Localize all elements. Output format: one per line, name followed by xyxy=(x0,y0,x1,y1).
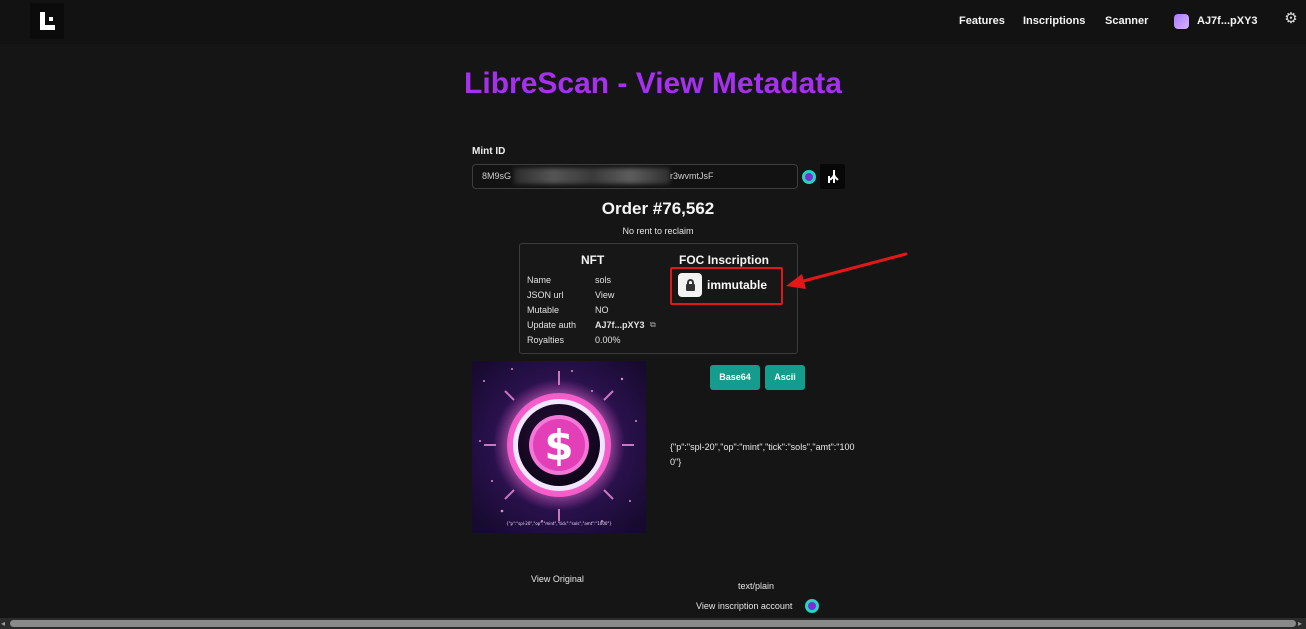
gear-icon[interactable]: ⚙ xyxy=(1282,10,1300,28)
top-nav-bar: Features Inscriptions Scanner AJ7f...pXY… xyxy=(0,0,1306,44)
submit-mint-button[interactable] xyxy=(820,164,845,189)
order-title: Order #76,562 xyxy=(601,199,715,218)
nft-mutable-key: Mutable xyxy=(527,305,560,315)
nav-scanner-link[interactable]: Scanner xyxy=(1105,15,1148,27)
wallet-address: AJ7f...pXY3 xyxy=(1197,15,1258,27)
mint-id-prefix: 8M9sG xyxy=(482,171,512,181)
wallet-icon xyxy=(1174,14,1189,29)
rent-note: No rent to reclaim xyxy=(622,226,694,236)
nft-update-auth-key: Update auth xyxy=(527,320,577,330)
scroll-left-icon[interactable]: ◂ xyxy=(1,619,5,628)
nft-json-key: JSON url xyxy=(527,290,564,300)
nav-features-link[interactable]: Features xyxy=(959,15,1005,27)
inscription-content: {"p":"spl-20","op":"mint","tick":"sols",… xyxy=(670,442,855,467)
nft-update-auth-value[interactable]: AJ7f...pXY3 xyxy=(595,320,645,330)
nft-name-key: Name xyxy=(527,275,552,285)
base64-button[interactable]: Base64 xyxy=(710,365,760,390)
foc-section-title: FOC Inscription xyxy=(679,253,769,267)
nft-name-value: sols xyxy=(595,275,612,285)
solana-ring-icon-account[interactable] xyxy=(805,599,819,613)
nft-image-caption: {"p":"spl-20","op":"mint","tick":"sols",… xyxy=(506,521,612,526)
mime-type-label: text/plain xyxy=(738,581,775,591)
solana-ring-icon[interactable] xyxy=(802,170,816,184)
nft-json-view-link[interactable]: View xyxy=(595,290,614,300)
view-inscription-account-link[interactable]: View inscription account xyxy=(696,601,792,611)
nft-mutable-value: NO xyxy=(595,305,609,315)
nft-section-title: NFT xyxy=(581,253,605,267)
nav-inscriptions-link[interactable]: Inscriptions xyxy=(1023,15,1085,27)
red-arrow-annotation xyxy=(786,252,908,289)
redacted-blur xyxy=(514,168,670,184)
nft-royalties-value: 0.00% xyxy=(595,335,621,345)
copy-icon[interactable]: ⧉ xyxy=(650,320,656,330)
view-original-link[interactable]: View Original xyxy=(531,574,584,584)
mint-id-label: Mint ID xyxy=(472,146,506,157)
svg-text:$: $ xyxy=(544,421,573,470)
page-title: LibreScan - View Metadata xyxy=(464,67,842,100)
scroll-right-icon[interactable]: ▸ xyxy=(1298,619,1302,628)
lock-icon xyxy=(678,273,702,297)
ascii-button[interactable]: Ascii xyxy=(765,365,805,390)
nft-image: $ {"p":"spl-20","op":"mint","tick":"sols… xyxy=(472,361,646,533)
nft-royalties-key: Royalties xyxy=(527,335,565,345)
mint-id-suffix: r3wvmtJsF xyxy=(670,171,714,181)
immutable-status: immutable xyxy=(707,278,768,292)
librescan-logo[interactable] xyxy=(30,3,64,39)
scrollbar-thumb[interactable] xyxy=(10,620,1296,627)
